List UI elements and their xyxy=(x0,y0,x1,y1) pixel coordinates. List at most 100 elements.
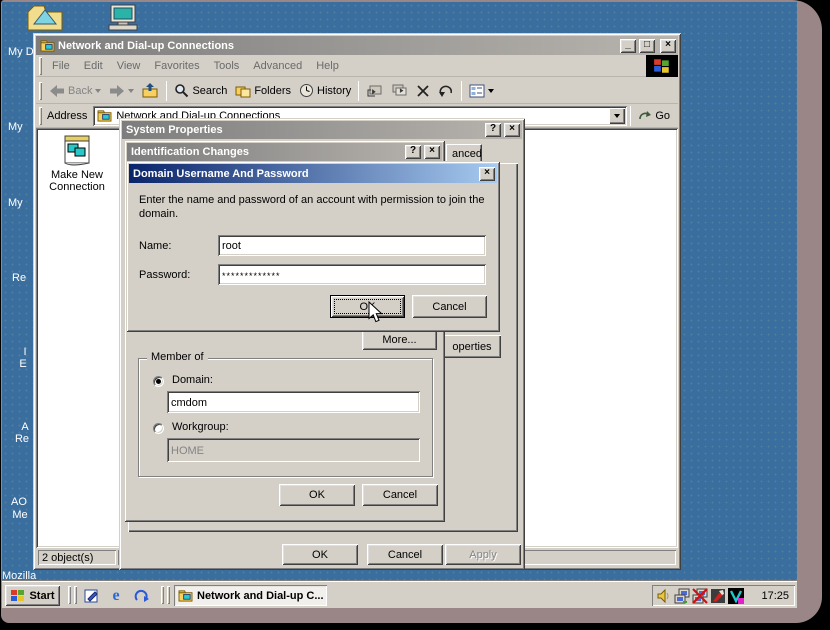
rebar-grip[interactable] xyxy=(39,57,42,75)
menu-view[interactable]: View xyxy=(110,57,148,75)
copy-to-button[interactable] xyxy=(387,82,412,100)
domain-radio-label[interactable]: Domain: xyxy=(172,374,213,386)
desktop-label[interactable]: Re xyxy=(12,272,26,284)
start-button[interactable]: Start xyxy=(5,585,60,606)
forward-dropdown-icon[interactable] xyxy=(128,89,134,93)
tools-icon[interactable] xyxy=(710,588,726,604)
desktop-label[interactable]: A xyxy=(16,421,34,433)
desktop-label[interactable]: Me xyxy=(7,509,33,521)
views-dropdown-icon[interactable] xyxy=(488,89,494,93)
close-button[interactable]: × xyxy=(504,123,520,137)
help-button[interactable]: ? xyxy=(405,145,421,159)
taskbar-grip[interactable] xyxy=(74,586,77,604)
menu-bar: File Edit View Favorites Tools Advanced … xyxy=(36,55,678,77)
identchanges-ok-button[interactable]: OK xyxy=(279,484,355,506)
domain-password-titlebar[interactable]: Domain Username And Password × xyxy=(129,164,497,183)
menu-favorites[interactable]: Favorites xyxy=(147,57,206,75)
search-button[interactable]: Search xyxy=(170,81,231,100)
history-button[interactable]: History xyxy=(295,81,355,100)
desktop-folder-icon[interactable] xyxy=(26,2,64,32)
quicklaunch-show-desktop-icon[interactable] xyxy=(80,586,102,606)
address-dropdown-button[interactable] xyxy=(609,108,625,124)
task-button-label: Network and Dial-up C... xyxy=(197,590,324,602)
vnc-icon[interactable] xyxy=(728,588,744,604)
domain-input[interactable] xyxy=(167,391,420,413)
workgroup-radio-label[interactable]: Workgroup: xyxy=(172,421,229,433)
name-input[interactable] xyxy=(218,235,486,256)
go-label: Go xyxy=(655,110,670,122)
toolbar: Back xyxy=(36,78,678,104)
toolbar-separator xyxy=(358,81,359,101)
address-label: Address xyxy=(45,110,93,122)
groupbox-legend: Member of xyxy=(147,351,208,363)
desktop-label[interactable]: My xyxy=(8,121,23,133)
move-to-button[interactable] xyxy=(362,82,387,100)
desktop-computer-icon[interactable] xyxy=(106,4,142,32)
password-input[interactable] xyxy=(218,264,486,285)
window-titlebar[interactable]: Network and Dial-up Connections _ □ × xyxy=(36,36,678,55)
menu-tools[interactable]: Tools xyxy=(207,57,247,75)
undo-icon xyxy=(438,84,454,98)
maximize-button[interactable]: □ xyxy=(639,39,655,53)
desktop-label[interactable]: My D xyxy=(8,46,34,58)
views-icon xyxy=(469,84,485,98)
undo-button[interactable] xyxy=(434,82,458,100)
taskbar-grip[interactable] xyxy=(68,586,71,604)
quicklaunch-outlook-icon[interactable] xyxy=(130,586,152,606)
help-button[interactable]: ? xyxy=(485,123,501,137)
desktop-label[interactable]: AO xyxy=(6,496,32,508)
up-button[interactable] xyxy=(138,81,163,100)
sysprops-cancel-button[interactable]: Cancel xyxy=(367,544,443,565)
network-disconnected-icon[interactable] xyxy=(692,588,708,604)
task-button-network-connections[interactable]: Network and Dial-up C... xyxy=(174,585,327,606)
desktop-label[interactable]: I xyxy=(16,346,34,358)
menu-advanced[interactable]: Advanced xyxy=(246,57,309,75)
more-button[interactable]: More... xyxy=(362,329,437,350)
workgroup-radio[interactable] xyxy=(153,423,164,434)
folders-button[interactable]: Folders xyxy=(231,82,295,100)
forward-button[interactable] xyxy=(105,82,138,100)
back-dropdown-icon[interactable] xyxy=(95,89,101,93)
identchanges-cancel-button[interactable]: Cancel xyxy=(362,484,438,506)
minimize-button[interactable]: _ xyxy=(620,39,636,53)
properties-label-fragment: operties xyxy=(452,341,491,353)
volume-icon[interactable] xyxy=(656,588,672,604)
menu-edit[interactable]: Edit xyxy=(77,57,110,75)
make-new-connection-icon xyxy=(58,133,96,169)
network-computers-icon[interactable] xyxy=(674,588,690,604)
properties-button[interactable]: operties xyxy=(443,335,501,358)
move-to-icon xyxy=(366,84,383,98)
back-button[interactable]: Back xyxy=(45,82,105,100)
rebar-grip[interactable] xyxy=(39,107,42,125)
taskbar-grip[interactable] xyxy=(161,586,164,604)
domain-radio[interactable] xyxy=(153,376,164,387)
delete-button[interactable] xyxy=(412,82,434,100)
desktop-label[interactable]: My xyxy=(8,197,23,209)
dialog-title: Identification Changes xyxy=(131,146,402,158)
system-properties-titlebar[interactable]: System Properties ? × xyxy=(122,121,522,139)
menu-help[interactable]: Help xyxy=(309,57,346,75)
make-new-connection-item[interactable]: Make New Connection xyxy=(44,133,110,193)
menu-file[interactable]: File xyxy=(45,57,77,75)
tray-clock[interactable]: 17:25 xyxy=(761,590,789,602)
rebar-grip[interactable] xyxy=(39,82,42,100)
close-button[interactable]: × xyxy=(660,39,676,53)
close-button[interactable]: × xyxy=(424,145,440,159)
taskbar-grip[interactable] xyxy=(167,586,170,604)
domain-password-dialog: Domain Username And Password × Enter the… xyxy=(126,161,500,332)
item-label-line2: Connection xyxy=(44,181,110,193)
taskbar: Start e xyxy=(2,581,797,608)
sysprops-apply-button[interactable]: Apply xyxy=(445,544,521,565)
up-folder-icon xyxy=(142,83,159,98)
domain-cancel-button[interactable]: Cancel xyxy=(412,295,487,318)
go-button[interactable]: Go xyxy=(634,107,674,124)
identification-changes-titlebar[interactable]: Identification Changes ? × xyxy=(127,143,442,161)
views-button[interactable] xyxy=(465,82,498,100)
quicklaunch-internet-explorer-icon[interactable]: e xyxy=(105,586,127,606)
desktop-label[interactable]: E xyxy=(14,358,32,370)
sysprops-ok-button[interactable]: OK xyxy=(282,544,358,565)
start-label: Start xyxy=(29,590,54,602)
close-button[interactable]: × xyxy=(479,167,495,181)
desktop-label[interactable]: Re xyxy=(10,433,34,445)
copy-to-icon xyxy=(391,84,408,98)
